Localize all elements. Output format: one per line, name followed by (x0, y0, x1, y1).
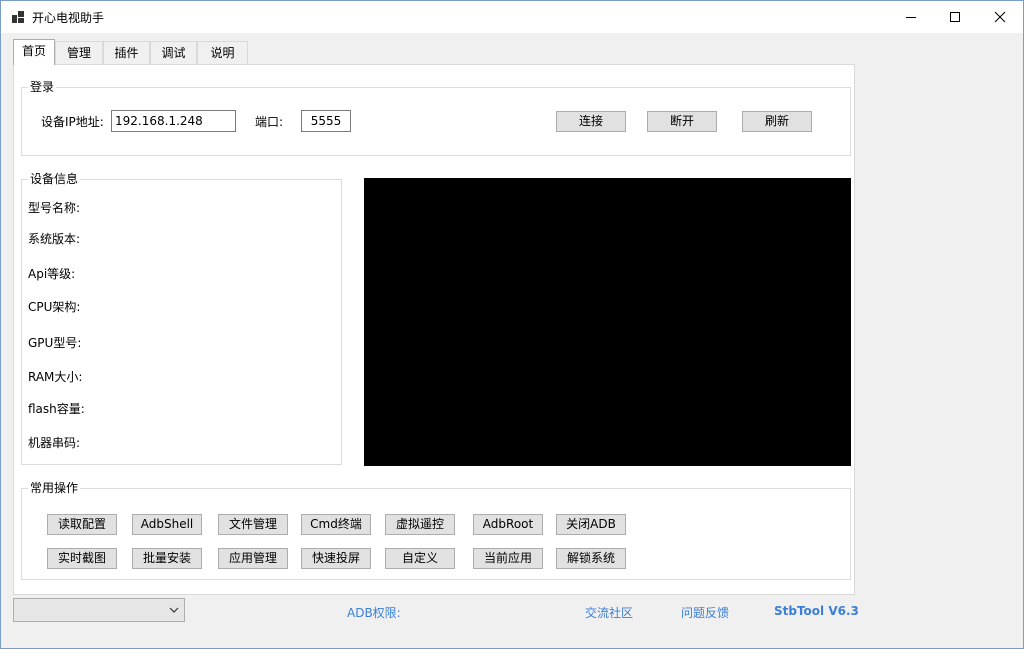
tab-plugins[interactable]: 插件 (103, 41, 150, 64)
serial-number-label: 机器串码: (28, 436, 81, 450)
gpu-model-label: GPU型号: (28, 336, 82, 350)
unlock-system-button[interactable]: 解锁系统 (556, 548, 626, 569)
api-level-label: Api等级: (28, 267, 76, 281)
window-title: 开心电视助手 (32, 11, 105, 25)
ram-size-label: RAM大小: (28, 370, 83, 384)
close-icon (994, 11, 1006, 23)
maximize-button[interactable] (932, 1, 978, 33)
ip-input[interactable]: 192.168.1.248 (111, 110, 236, 132)
title-bar: 开心电视助手 (1, 1, 1023, 33)
home-tab-panel: 登录 设备IP地址: 192.168.1.248 端口: 5555 连接 断开 … (13, 64, 855, 595)
app-manager-button[interactable]: 应用管理 (218, 548, 288, 569)
refresh-button[interactable]: 刷新 (742, 111, 812, 132)
minimize-button[interactable] (888, 1, 934, 33)
feedback-link[interactable]: 问题反馈 (681, 604, 729, 621)
port-input[interactable]: 5555 (301, 110, 351, 132)
device-info-legend: 设备信息 (28, 172, 81, 187)
version-label: StbTool V6.3 (774, 604, 859, 618)
community-link[interactable]: 交流社区 (585, 604, 633, 621)
model-label: 型号名称: (28, 201, 81, 215)
common-ops-legend: 常用操作 (28, 481, 81, 496)
minimize-icon (906, 17, 916, 18)
login-group: 登录 设备IP地址: 192.168.1.248 端口: 5555 连接 断开 … (21, 80, 851, 156)
batch-install-button[interactable]: 批量安装 (132, 548, 202, 569)
maximize-icon (950, 12, 960, 22)
system-version-label: 系统版本: (28, 232, 81, 246)
connect-button[interactable]: 连接 (556, 111, 626, 132)
app-icon (12, 11, 24, 23)
current-app-button[interactable]: 当前应用 (473, 548, 543, 569)
screen-preview (364, 178, 851, 466)
adbroot-button[interactable]: AdbRoot (473, 514, 543, 535)
port-label: 端口: (255, 115, 284, 129)
cmd-terminal-button[interactable]: Cmd终端 (301, 514, 371, 535)
custom-button[interactable]: 自定义 (385, 548, 455, 569)
live-screenshot-button[interactable]: 实时截图 (47, 548, 117, 569)
disconnect-button[interactable]: 断开 (647, 111, 717, 132)
tab-home[interactable]: 首页 (13, 39, 55, 65)
chevron-down-icon (169, 607, 179, 613)
read-config-button[interactable]: 读取配置 (47, 514, 117, 535)
adbshell-button[interactable]: AdbShell (132, 514, 202, 535)
login-legend: 登录 (28, 80, 57, 95)
flash-capacity-label: flash容量: (28, 402, 85, 416)
cpu-arch-label: CPU架构: (28, 300, 81, 314)
close-adb-button[interactable]: 关闭ADB (556, 514, 626, 535)
file-manager-button[interactable]: 文件管理 (218, 514, 288, 535)
ip-label: 设备IP地址: (41, 115, 104, 129)
close-button[interactable] (977, 1, 1023, 33)
quick-cast-button[interactable]: 快速投屏 (301, 548, 371, 569)
virtual-remote-button[interactable]: 虚拟遥控 (385, 514, 455, 535)
adb-permission-label: ADB权限: (347, 606, 401, 620)
app-window: 开心电视助手 首页 管理 插件 调试 说明 登录 设备IP地址: 192.168… (0, 0, 1024, 649)
common-ops-group: 常用操作 读取配置 AdbShell 文件管理 Cmd终端 虚拟遥控 AdbRo… (21, 481, 851, 580)
tab-about[interactable]: 说明 (197, 41, 248, 64)
device-combobox[interactable] (13, 598, 185, 622)
tab-manage[interactable]: 管理 (55, 41, 103, 64)
device-info-group: 设备信息 型号名称: 系统版本: Api等级: CPU架构: GPU型号: RA… (21, 172, 342, 465)
tab-debug[interactable]: 调试 (150, 41, 197, 64)
